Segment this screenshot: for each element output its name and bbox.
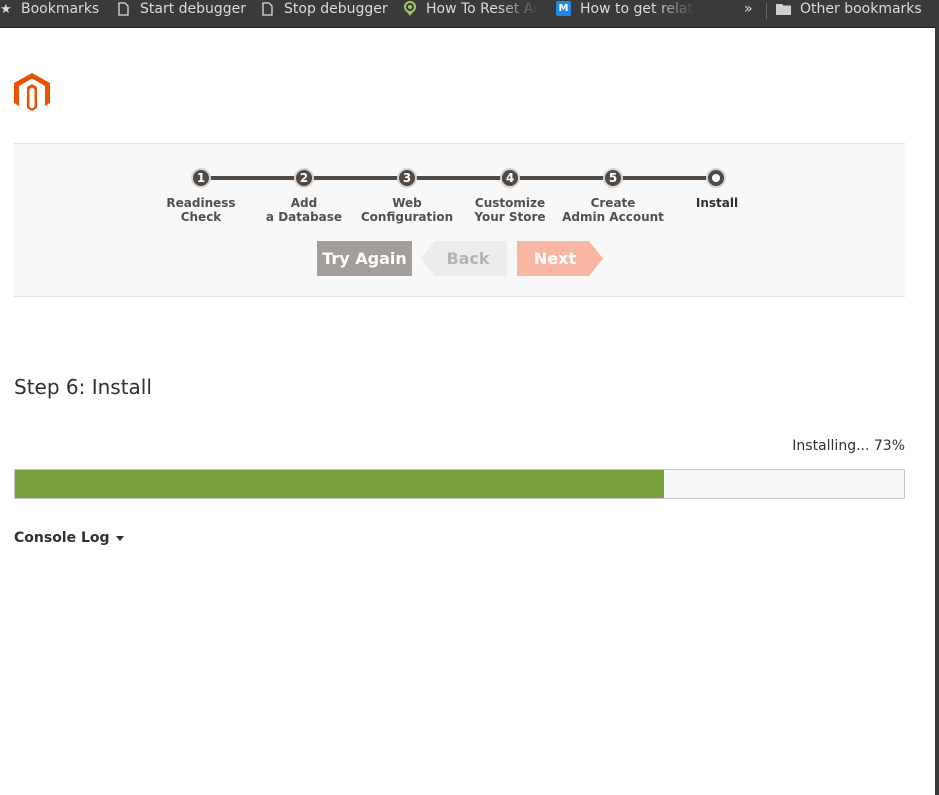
page-title: Step 6: Install xyxy=(14,375,152,399)
magento-logo-icon xyxy=(14,73,50,111)
step-4-label: Customize Your Store xyxy=(474,196,546,224)
step-3-marker: 3 xyxy=(397,168,417,188)
bookmarks-overflow-button[interactable]: » xyxy=(744,0,758,27)
step-1-label: Readiness Check xyxy=(166,196,236,224)
page-icon xyxy=(262,2,273,16)
wizard-progress-track xyxy=(202,176,718,180)
step-2-marker: 2 xyxy=(294,168,314,188)
console-log-label: Console Log xyxy=(14,530,110,546)
bookmark-how-to-reset[interactable]: How To Reset Ad xyxy=(403,0,539,27)
bookmarks-bar: ★ Bookmarks Start debugger Stop debugger… xyxy=(0,0,939,28)
try-again-button[interactable]: Try Again xyxy=(317,241,412,276)
bookmark-bookmarks[interactable]: ★ Bookmarks xyxy=(0,0,104,27)
bookmark-start-debugger[interactable]: Start debugger xyxy=(118,0,248,27)
step-5-label: Create Admin Account xyxy=(562,196,664,224)
back-button[interactable]: Back xyxy=(421,241,507,276)
step-6-marker xyxy=(706,168,726,188)
site-favicon xyxy=(404,1,416,16)
console-log-toggle[interactable]: Console Log xyxy=(14,530,124,546)
install-progress-fill xyxy=(15,470,664,498)
next-button[interactable]: Next xyxy=(517,241,603,276)
m-favicon: M xyxy=(556,1,571,16)
step-5-marker: 5 xyxy=(603,168,623,188)
step-4-marker: 4 xyxy=(500,168,520,188)
other-bookmarks-folder[interactable]: Other bookmarks xyxy=(776,0,936,27)
wizard-panel: 1 2 3 4 5 Readiness Check Add a Database… xyxy=(14,143,905,297)
step-1-marker: 1 xyxy=(191,168,211,188)
window-edge xyxy=(935,27,939,795)
install-progress-bar xyxy=(14,469,905,499)
step-3-label: Web Configuration xyxy=(360,196,454,224)
current-step-dot-icon xyxy=(712,174,720,182)
folder-icon xyxy=(776,4,791,15)
progress-status-text: Installing... 73% xyxy=(792,438,905,454)
bookmark-stop-debugger[interactable]: Stop debugger xyxy=(262,0,390,27)
star-icon: ★ xyxy=(0,2,12,17)
step-6-label: Install xyxy=(695,196,739,210)
bookmark-how-to-get[interactable]: M How to get relat xyxy=(556,0,696,27)
caret-down-icon xyxy=(115,535,124,541)
page-icon xyxy=(118,2,129,16)
step-2-label: Add a Database xyxy=(265,196,343,224)
bookmarks-divider xyxy=(766,3,767,19)
